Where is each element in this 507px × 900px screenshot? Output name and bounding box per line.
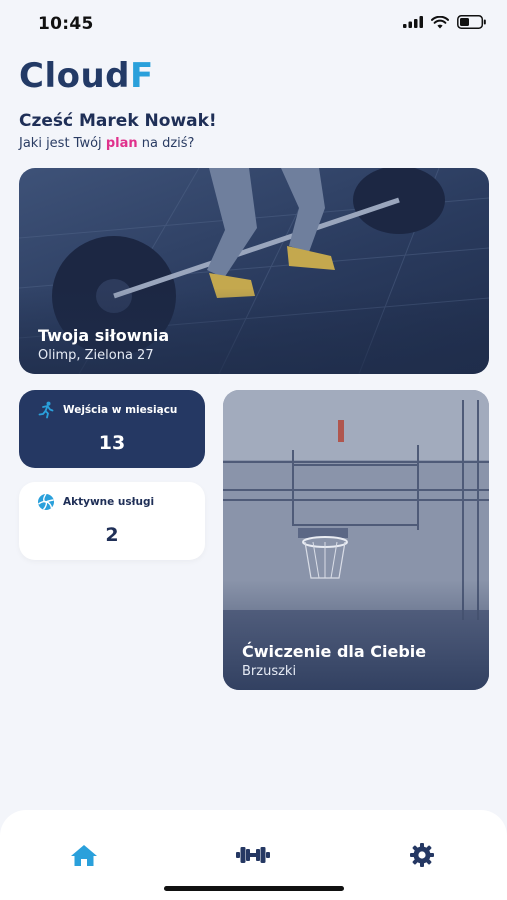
running-person-icon — [38, 401, 54, 419]
gym-card-title: Twoja siłownia — [38, 326, 170, 345]
nav-settings-button[interactable] — [402, 840, 442, 870]
user-name: Marek Nowak! — [79, 111, 217, 131]
exercise-card-subtitle: Brzuszki — [242, 664, 297, 679]
greeting-prefix: Cześć — [19, 111, 80, 131]
exercise-card-title: Ćwiczenie dla Ciebie — [242, 642, 427, 661]
signal-icon — [403, 16, 423, 28]
nav-home-button[interactable] — [64, 840, 104, 870]
gym-card[interactable]: Twoja siłownia Olimp, Zielona 27 — [19, 168, 489, 374]
dumbbell-icon — [236, 847, 270, 863]
greeting-subtitle: Jaki jest Twój plan na dziś? — [19, 136, 194, 151]
subtitle-highlight: plan — [105, 136, 138, 151]
home-icon — [71, 845, 97, 866]
bottom-nav — [0, 810, 507, 900]
app-logo: CloudF — [19, 56, 154, 96]
stat-services-value: 2 — [105, 524, 119, 546]
volleyball-icon — [38, 493, 54, 510]
stat-services-label: Aktywne usługi — [63, 496, 155, 508]
exercise-card[interactable]: Ćwiczenie dla Ciebie Brzuszki — [223, 390, 489, 690]
gym-card-address: Olimp, Zielona 27 — [38, 348, 154, 363]
logo-main: Cloud — [19, 56, 131, 96]
logo-accent: F — [130, 56, 154, 96]
stat-entries-label: Wejścia w miesiącu — [63, 404, 178, 416]
home-indicator — [164, 886, 344, 891]
stat-entries-value: 13 — [98, 432, 126, 454]
stat-services-header: Aktywne usługi — [37, 493, 154, 511]
nav-workouts-button[interactable] — [233, 840, 273, 870]
greeting-title: Cześć Marek Nowak! — [19, 111, 217, 131]
status-time: 10:45 — [38, 14, 94, 34]
subtitle-before: Jaki jest Twój — [19, 136, 106, 151]
status-bar: 10:45 — [0, 0, 507, 50]
stat-card-services[interactable]: Aktywne usługi 2 — [19, 482, 205, 560]
status-icons — [403, 15, 487, 29]
battery-icon — [457, 15, 486, 29]
stat-entries-header: Wejścia w miesiącu — [37, 401, 177, 419]
gear-icon — [410, 843, 434, 867]
subtitle-after: na dziś? — [137, 136, 195, 151]
wifi-icon — [431, 15, 449, 28]
stat-card-entries[interactable]: Wejścia w miesiącu 13 — [19, 390, 205, 468]
